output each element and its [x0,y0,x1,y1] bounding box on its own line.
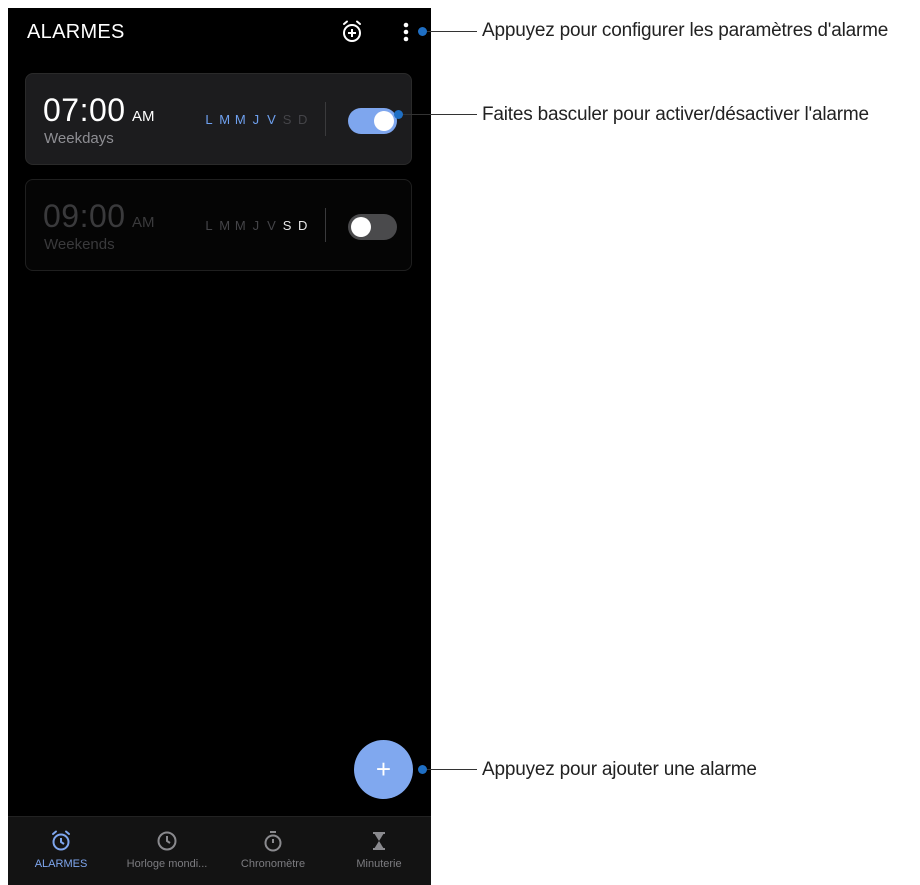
day-friday: V [267,112,276,127]
hourglass-icon [373,832,385,850]
alarm-add-icon[interactable] [338,18,366,46]
alarm-ampm: AM [132,108,155,125]
day-saturday: S [282,112,292,127]
day-saturday: S [282,218,292,233]
callout-add: Appuyez pour ajouter une alarme [482,759,757,780]
tab-world-clock[interactable]: Horloge mondi... [114,817,220,885]
callout-marker [418,27,427,36]
day-tuesday: M [219,218,231,233]
tab-label: Horloge mondi... [126,858,208,870]
alarm-label: Weekdays [44,130,114,147]
add-alarm-button[interactable]: + [354,740,413,799]
callout-marker [394,110,403,119]
alarm-time: 07:00 [43,92,126,128]
tab-stopwatch[interactable]: Chronomètre [220,817,326,885]
day-friday: V [267,218,276,233]
day-thursday: J [252,112,260,127]
divider [325,208,326,242]
day-monday: L [205,218,213,233]
app-header: ALARMES [8,8,431,56]
callout-line [403,114,477,115]
alarm-ampm: AM [132,214,155,231]
callout-settings: Appuyez pour configurer les paramètres d… [482,20,889,41]
callout-marker [418,765,427,774]
toggle-knob [374,111,394,131]
day-sunday: D [298,218,308,233]
callout-toggle: Faites basculer pour activer/désactiver … [482,104,869,125]
bottom-navigation: ALARMES Horloge mondi... Chronomètre Min… [8,816,431,885]
page-title: ALARMES [27,21,125,43]
tab-label: Minuterie [356,858,402,870]
alarm-time: 09:00 [43,198,126,234]
day-monday: L [205,112,213,127]
world-clock-icon [157,831,177,851]
day-tuesday: M [219,112,231,127]
alarm-days: L M M J V S D [203,218,309,233]
day-sunday: D [298,112,308,127]
alarm-item[interactable]: 07:00 AM Weekdays L M M J V S D [25,73,412,165]
divider [325,102,326,136]
tab-alarms[interactable]: ALARMES [8,817,114,885]
day-wednesday: M [234,218,246,233]
plus-icon: + [375,754,392,784]
stopwatch-icon [264,831,282,852]
alarm-label: Weekends [44,236,115,253]
callout-line [427,769,477,770]
day-wednesday: M [234,112,246,127]
tab-timer[interactable]: Minuterie [326,817,431,885]
alarm-toggle[interactable] [348,214,397,240]
alarm-toggle[interactable] [348,108,397,134]
tab-label: Chronomètre [240,858,306,870]
alarm-days: L M M J V S D [203,112,309,127]
day-thursday: J [252,218,260,233]
more-vert-icon[interactable] [392,18,420,46]
alarm-app-screen: ALARMES 07:00 AM Weekdays L M M J V S D [8,8,431,885]
toggle-knob [351,217,371,237]
alarm-item[interactable]: 09:00 AM Weekends L M M J V S D [25,179,412,271]
callout-line [427,31,477,32]
tab-label: ALARMES [34,858,88,870]
alarm-clock-icon [52,830,70,851]
